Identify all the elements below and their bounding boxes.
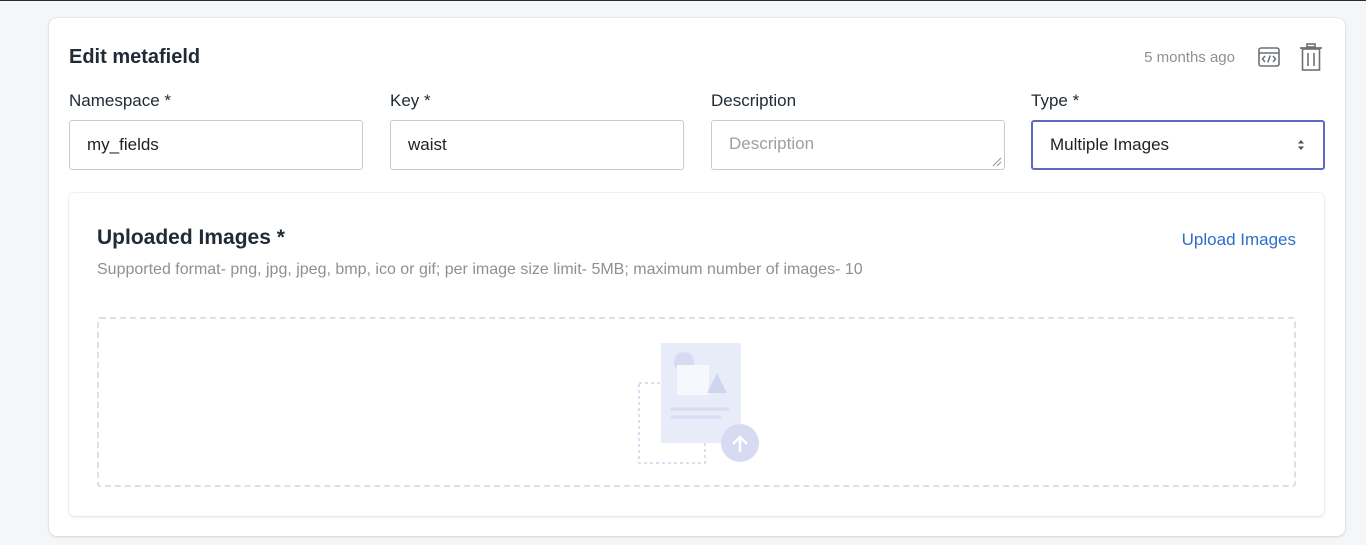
key-label: Key * bbox=[390, 91, 431, 110]
upload-title: Uploaded Images * bbox=[97, 226, 285, 249]
upload-hint: Supported format- png, jpg, jpeg, bmp, i… bbox=[97, 261, 863, 278]
card-meta: 5 months ago bbox=[1144, 42, 1323, 72]
type-select[interactable]: Multiple Images bbox=[1031, 120, 1325, 170]
image-dropzone[interactable] bbox=[97, 317, 1296, 487]
description-textarea[interactable] bbox=[711, 120, 1005, 170]
namespace-field-group: Namespace * bbox=[69, 91, 363, 170]
key-field-group: Key * bbox=[390, 91, 684, 170]
namespace-input[interactable] bbox=[69, 120, 363, 170]
description-field-group: Description bbox=[711, 91, 1005, 170]
image-upload-icon bbox=[638, 343, 759, 464]
card-title: Edit metafield bbox=[69, 46, 201, 68]
type-select-value: Multiple Images bbox=[1050, 135, 1170, 154]
code-icon[interactable] bbox=[1255, 43, 1283, 71]
edit-metafield-card: Edit metafield 5 months ago Namespace * bbox=[49, 18, 1345, 536]
trash-icon[interactable] bbox=[1299, 42, 1323, 72]
upload-images-panel: Uploaded Images * Upload Images Supporte… bbox=[69, 193, 1324, 516]
type-field-group: Type * Multiple Images bbox=[1031, 91, 1325, 170]
key-input[interactable] bbox=[390, 120, 684, 170]
namespace-label: Namespace * bbox=[69, 91, 172, 110]
description-label: Description bbox=[711, 91, 797, 110]
select-arrows-icon bbox=[1296, 138, 1306, 152]
updated-timestamp: 5 months ago bbox=[1144, 48, 1235, 66]
upload-images-link[interactable]: Upload Images bbox=[1182, 230, 1296, 250]
type-label: Type * bbox=[1031, 91, 1080, 110]
resize-grip-icon[interactable] bbox=[991, 156, 1002, 167]
